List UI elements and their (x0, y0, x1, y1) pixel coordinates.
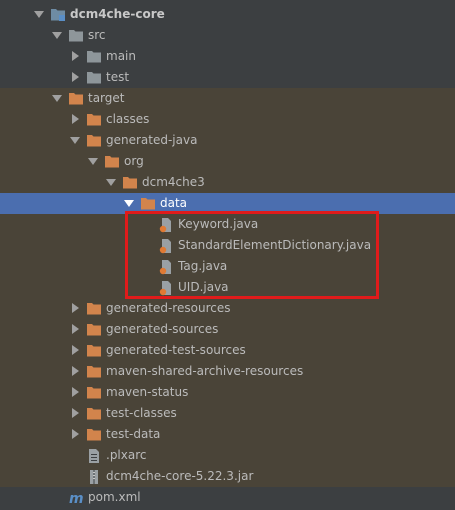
tree-node-classes[interactable]: classes (0, 109, 455, 130)
tree-node-org[interactable]: org (0, 151, 455, 172)
collapse-arrow-icon[interactable] (69, 67, 81, 88)
excluded-folder-icon (86, 109, 102, 130)
excluded-folder-icon (86, 298, 102, 319)
excluded-folder-icon (86, 403, 102, 424)
tree-node-generated-java[interactable]: generated-java (0, 130, 455, 151)
tree-node-label: .plxarc (106, 448, 147, 462)
collapse-arrow-icon[interactable] (69, 298, 81, 319)
tree-node-dcm4che3[interactable]: dcm4che3 (0, 172, 455, 193)
excluded-folder-icon (104, 151, 120, 172)
tree-node-generated-test-sources[interactable]: generated-test-sources (0, 340, 455, 361)
tree-node-label: maven-shared-archive-resources (106, 364, 304, 378)
tree-node-label: StandardElementDictionary.java (178, 238, 372, 252)
java-file-icon (158, 235, 174, 256)
tree-node-file[interactable]: StandardElementDictionary.java (0, 235, 455, 256)
tree-node-src[interactable]: src (0, 25, 455, 46)
tree-node-label: maven-status (106, 385, 189, 399)
tree-node-test-data[interactable]: test-data (0, 424, 455, 445)
tree-node-label: dcm4che-core (70, 7, 165, 21)
folder-icon (68, 25, 84, 46)
tree-node-label: test (106, 70, 130, 84)
tree-node-label: test-data (106, 427, 161, 441)
tree-node-label: Keyword.java (178, 217, 259, 231)
collapse-arrow-icon[interactable] (69, 361, 81, 382)
excluded-folder-icon (68, 88, 84, 109)
svg-text:m: m (69, 491, 84, 507)
expand-arrow-icon[interactable] (105, 172, 117, 193)
tree-node-test[interactable]: test (0, 67, 455, 88)
java-file-icon (158, 277, 174, 298)
excluded-folder-icon (86, 319, 102, 340)
maven-pom-icon: m (68, 487, 86, 508)
tree-node-label: Tag.java (178, 259, 228, 273)
collapse-arrow-icon[interactable] (69, 319, 81, 340)
java-file-icon (158, 256, 174, 277)
tree-node-label: dcm4che3 (142, 175, 205, 189)
tree-node-label: UID.java (178, 280, 229, 294)
tree-node-label: org (124, 154, 144, 168)
tree-node-maven-status[interactable]: maven-status (0, 382, 455, 403)
collapse-arrow-icon[interactable] (69, 424, 81, 445)
expand-arrow-icon[interactable] (69, 130, 81, 151)
expand-arrow-icon[interactable] (51, 25, 63, 46)
tree-node-label: generated-java (106, 133, 198, 147)
tree-node-generated-sources[interactable]: generated-sources (0, 319, 455, 340)
tree-node-data[interactable]: data (0, 193, 455, 214)
tree-node-label: data (160, 196, 188, 210)
tree-node-label: generated-resources (106, 301, 231, 315)
expand-arrow-icon[interactable] (51, 88, 63, 109)
text-file-icon (86, 445, 102, 466)
collapse-arrow-icon[interactable] (69, 46, 81, 67)
excluded-folder-icon (140, 193, 156, 214)
collapse-arrow-icon[interactable] (69, 382, 81, 403)
tree-node-label: test-classes (106, 406, 177, 420)
excluded-folder-icon (86, 130, 102, 151)
tree-node-dcm4che-core[interactable]: dcm4che-core (0, 4, 455, 25)
tree-node-maven-shared-archive-resources[interactable]: maven-shared-archive-resources (0, 361, 455, 382)
module-folder-icon (50, 4, 66, 25)
collapse-arrow-icon[interactable] (69, 340, 81, 361)
tree-node-file[interactable]: Tag.java (0, 256, 455, 277)
java-file-icon (158, 214, 174, 235)
expand-arrow-icon[interactable] (87, 151, 99, 172)
excluded-folder-icon (86, 340, 102, 361)
tree-node-label: pom.xml (88, 490, 141, 504)
collapse-arrow-icon[interactable] (69, 403, 81, 424)
tree-node-file[interactable]: UID.java (0, 277, 455, 298)
tree-node-main[interactable]: main (0, 46, 455, 67)
expand-arrow-icon[interactable] (33, 4, 45, 25)
folder-icon (86, 46, 102, 67)
tree-node-label: classes (106, 112, 150, 126)
tree-node-label: generated-test-sources (106, 343, 246, 357)
tree-node-test-classes[interactable]: test-classes (0, 403, 455, 424)
tree-node-generated-resources[interactable]: generated-resources (0, 298, 455, 319)
collapse-arrow-icon[interactable] (69, 109, 81, 130)
tree-node-plxarc[interactable]: .plxarc (0, 445, 455, 466)
excluded-folder-icon (86, 361, 102, 382)
tree-node-label: src (88, 28, 106, 42)
tree-node-label: generated-sources (106, 322, 219, 336)
tree-node-label: target (88, 91, 125, 105)
excluded-folder-icon (86, 382, 102, 403)
tree-node-label: main (106, 49, 136, 63)
tree-node-jar[interactable]: dcm4che-core-5.22.3.jar (0, 466, 455, 487)
expand-arrow-icon[interactable] (123, 193, 135, 214)
jar-file-icon (86, 466, 102, 487)
tree-node-label: dcm4che-core-5.22.3.jar (106, 469, 254, 483)
excluded-folder-icon (86, 424, 102, 445)
excluded-folder-icon (122, 172, 138, 193)
tree-node-file[interactable]: Keyword.java (0, 214, 455, 235)
tree-node-target[interactable]: target (0, 88, 455, 109)
project-tree: dcm4che-core src main test target classe… (0, 0, 455, 510)
tree-node-pom[interactable]: m pom.xml (0, 487, 455, 508)
folder-icon (86, 67, 102, 88)
